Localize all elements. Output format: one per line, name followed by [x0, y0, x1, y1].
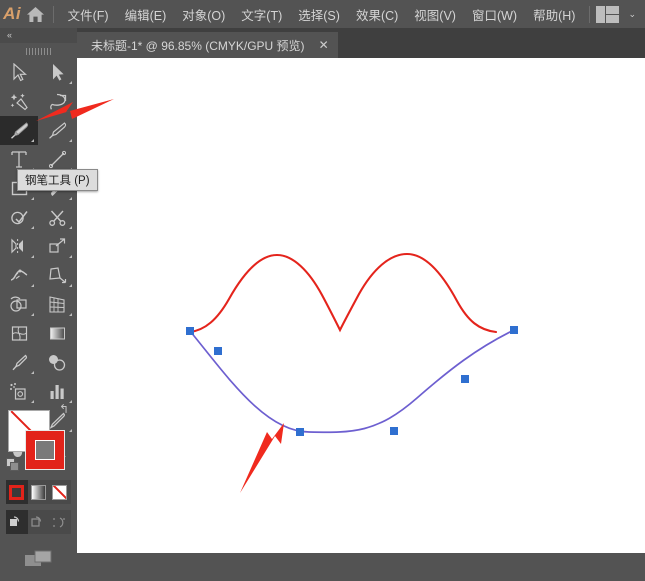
shape-builder-tool[interactable]	[0, 290, 38, 319]
document-tab-title: 未标题-1* @ 96.85% (CMYK/GPU 预览)	[91, 37, 305, 54]
default-fill-stroke-icon[interactable]	[6, 458, 20, 472]
tool-options-corner	[69, 139, 72, 142]
stroke-swatch[interactable]	[25, 430, 65, 470]
menu-divider	[53, 6, 54, 23]
scissors-tool[interactable]	[38, 203, 76, 232]
tool-options-corner	[31, 371, 34, 374]
tool-options-corner	[69, 81, 72, 84]
tool-options-corner	[31, 284, 34, 287]
width-tool[interactable]	[0, 261, 38, 290]
anchor-points	[186, 326, 518, 436]
menu-select[interactable]: 选择(S)	[290, 2, 348, 27]
color-controls: ↰	[0, 398, 77, 581]
tool-row	[0, 232, 77, 261]
tool-options-corner	[31, 226, 34, 229]
upper-lip-path[interactable]	[190, 254, 496, 332]
scale-tool[interactable]	[38, 232, 76, 261]
tools-panel-grip[interactable]	[0, 45, 77, 57]
pen-tool[interactable]	[0, 116, 38, 145]
none-mode-button[interactable]	[49, 480, 71, 504]
direct-selection-tool[interactable]	[38, 58, 76, 87]
menu-type[interactable]: 文字(T)	[233, 2, 290, 27]
menu-view[interactable]: 视图(V)	[406, 2, 464, 27]
magic-wand-tool[interactable]	[0, 87, 38, 116]
draw-mode-bar	[6, 510, 71, 534]
curvature-tool[interactable]	[38, 116, 76, 145]
lasso-tool[interactable]	[38, 87, 76, 116]
tool-row	[0, 290, 77, 319]
menu-divider-right	[589, 6, 590, 23]
chevron-down-icon[interactable]: ⌄	[628, 9, 636, 20]
artboard-canvas[interactable]	[77, 58, 645, 553]
mesh-tool[interactable]	[0, 319, 38, 348]
anchor-point[interactable]	[296, 428, 304, 436]
anchor-point[interactable]	[390, 427, 398, 435]
blend-tool[interactable]	[38, 348, 76, 377]
tool-options-corner	[31, 197, 34, 200]
stroke-swatch-inner	[35, 440, 55, 460]
document-tab-bar: 未标题-1* @ 96.85% (CMYK/GPU 预览) ✕	[77, 28, 645, 58]
color-mode-button[interactable]	[6, 480, 28, 504]
tool-row	[0, 203, 77, 232]
anchor-point[interactable]	[186, 327, 194, 335]
draw-behind-button[interactable]	[28, 510, 50, 534]
tools-panel: «	[0, 28, 77, 553]
artwork-svg	[77, 58, 645, 553]
menu-effect[interactable]: 效果(C)	[348, 2, 406, 27]
collapse-panel-icon[interactable]: «	[7, 30, 10, 40]
perspective-grid-tool[interactable]	[38, 290, 76, 319]
workspace-switcher-icon[interactable]	[596, 6, 619, 23]
swap-fill-stroke-icon[interactable]: ↰	[59, 402, 69, 416]
tool-options-corner	[69, 197, 72, 200]
free-transform-tool[interactable]	[38, 261, 76, 290]
tool-options-corner	[69, 284, 72, 287]
pen-tool-tooltip: 钢笔工具 (P)	[17, 169, 98, 191]
menu-object[interactable]: 对象(O)	[174, 2, 233, 27]
draw-inside-button[interactable]	[49, 510, 71, 534]
tool-row	[0, 348, 77, 377]
menu-bar: Ai 文件(F) 编辑(E) 对象(O) 文字(T) 选择(S) 效果(C) 视…	[0, 0, 645, 28]
document-tab[interactable]: 未标题-1* @ 96.85% (CMYK/GPU 预览) ✕	[77, 32, 338, 58]
anchor-point[interactable]	[510, 326, 518, 334]
close-icon[interactable]: ✕	[319, 39, 329, 51]
menu-items: 文件(F) 编辑(E) 对象(O) 文字(T) 选择(S) 效果(C) 视图(V…	[60, 2, 584, 27]
tool-row	[0, 58, 77, 87]
gradient-tool[interactable]	[38, 319, 76, 348]
tool-row	[0, 319, 77, 348]
tool-options-corner	[31, 313, 34, 316]
menu-window[interactable]: 窗口(W)	[464, 2, 525, 27]
eyedropper-tool[interactable]	[0, 348, 38, 377]
home-icon[interactable]	[24, 6, 47, 23]
menu-file[interactable]: 文件(F)	[60, 2, 117, 27]
paint-mode-bar	[6, 480, 71, 504]
menu-edit[interactable]: 编辑(E)	[117, 2, 175, 27]
selection-tool[interactable]	[0, 58, 38, 87]
tools-panel-header: «	[0, 28, 77, 43]
tool-row	[0, 87, 77, 116]
shaper-tool[interactable]	[0, 203, 38, 232]
menu-help[interactable]: 帮助(H)	[525, 2, 583, 27]
tool-options-corner	[31, 139, 34, 142]
menubar-right-controls: ⌄	[583, 6, 645, 23]
anchor-point[interactable]	[461, 375, 469, 383]
tool-options-corner	[69, 226, 72, 229]
gradient-mode-button[interactable]	[28, 480, 50, 504]
tool-options-corner	[69, 255, 72, 258]
app-logo: Ai	[0, 4, 24, 24]
tool-row	[0, 116, 77, 145]
tool-options-corner	[31, 255, 34, 258]
illustrator-window: Ai 文件(F) 编辑(E) 对象(O) 文字(T) 选择(S) 效果(C) 视…	[0, 0, 645, 553]
draw-normal-button[interactable]	[6, 510, 28, 534]
tool-row	[0, 261, 77, 290]
anchor-point[interactable]	[214, 347, 222, 355]
rotate-tool[interactable]	[0, 232, 38, 261]
screen-mode-button[interactable]	[0, 544, 77, 574]
tool-options-corner	[69, 313, 72, 316]
